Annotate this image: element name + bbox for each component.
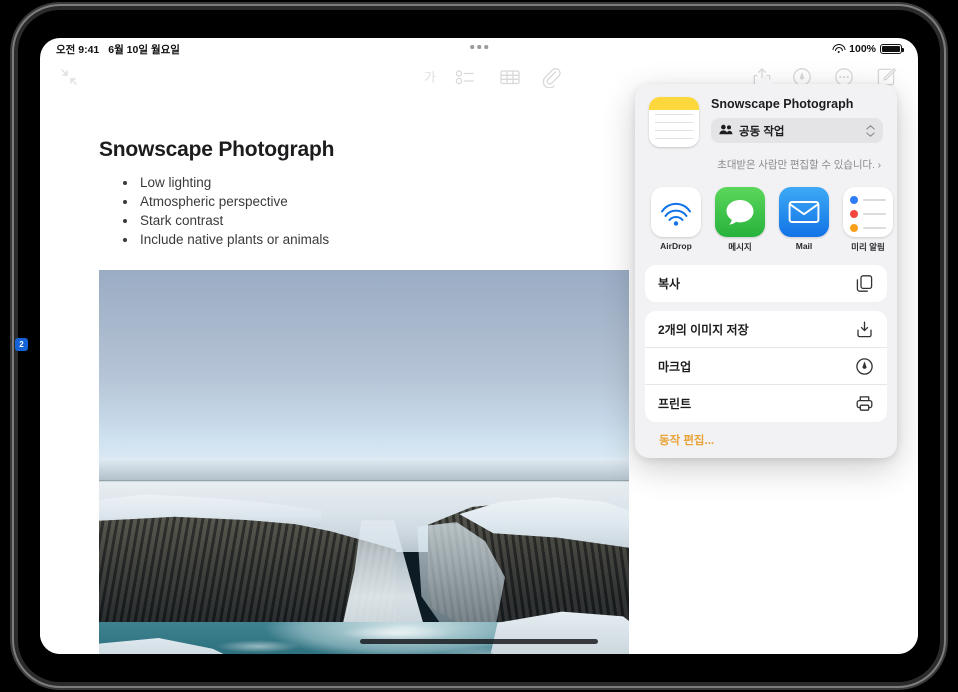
- multitask-handle-icon[interactable]: [470, 45, 488, 49]
- share-sheet-header: Snowscape Photograph 공동 작업: [635, 84, 897, 157]
- share-action-group-1: 복사: [645, 265, 887, 302]
- ipad-device-frame: 오전 9:41 6월 10일 월요일 100%: [18, 10, 940, 682]
- share-app-messages[interactable]: 메시지: [715, 187, 765, 253]
- photo-sky: [99, 270, 629, 470]
- share-popover-arrow: [756, 75, 774, 84]
- status-bar-left: 오전 9:41 6월 10일 월요일: [56, 42, 180, 57]
- edit-actions-link[interactable]: 동작 편집...: [645, 431, 887, 448]
- share-action-markup[interactable]: 마크업: [645, 348, 887, 385]
- note-bullet-item: Stark contrast: [120, 211, 329, 230]
- share-app-label: AirDrop: [651, 241, 701, 251]
- note-photo-attachment[interactable]: [99, 270, 629, 654]
- status-bar-right: 100%: [832, 43, 902, 55]
- save-download-icon: [855, 320, 874, 339]
- share-app-row[interactable]: AirDrop 메시지: [635, 181, 897, 261]
- battery-percent-label: 100%: [849, 43, 876, 55]
- share-action-copy[interactable]: 복사: [645, 265, 887, 302]
- share-app-reminders[interactable]: 미리 알림: [843, 187, 893, 253]
- svg-text:가: 가: [424, 70, 436, 85]
- note-bullet-item: Atmospheric perspective: [120, 192, 329, 211]
- share-action-print[interactable]: 프린트: [645, 385, 887, 422]
- share-permission-subtitle[interactable]: 초대받은 사람만 편집할 수 있습니다. ›: [635, 157, 897, 181]
- mail-icon: [779, 187, 829, 237]
- airdrop-icon: [651, 187, 701, 237]
- battery-icon: [880, 44, 902, 55]
- table-icon[interactable]: [498, 66, 522, 88]
- home-indicator[interactable]: [360, 639, 598, 644]
- share-app-label: Mail: [779, 241, 829, 251]
- text-format-icon[interactable]: 가: [420, 66, 442, 88]
- wifi-icon: [832, 44, 845, 54]
- messages-icon: [715, 187, 765, 237]
- ipad-screen: 오전 9:41 6월 10일 월요일 100%: [40, 38, 918, 654]
- share-action-save-images[interactable]: 2개의 이미지 저장: [645, 311, 887, 348]
- paperclip-icon[interactable]: [540, 66, 562, 88]
- copy-icon: [855, 274, 874, 293]
- two-people-icon: [719, 124, 733, 138]
- share-action-groups: 복사 2개의 이미지 저장: [635, 261, 897, 448]
- share-app-mail[interactable]: Mail: [779, 187, 829, 253]
- reminders-icon: [843, 187, 893, 237]
- share-header-text: Snowscape Photograph 공동 작업: [711, 97, 883, 147]
- status-bar: 오전 9:41 6월 10일 월요일 100%: [40, 38, 918, 60]
- checklist-icon[interactable]: [454, 66, 476, 88]
- markup-circle-icon: [855, 357, 874, 376]
- annotation-marker-2: 2: [15, 338, 28, 351]
- collapse-arrows-icon[interactable]: [58, 66, 80, 88]
- share-action-label: 2개의 이미지 저장: [658, 321, 855, 338]
- note-bullet-item: Low lighting: [120, 173, 329, 192]
- status-time: 오전 9:41: [56, 42, 99, 57]
- collaboration-dropdown-label: 공동 작업: [739, 123, 785, 139]
- printer-icon: [855, 394, 874, 413]
- chevron-up-down-icon: [866, 125, 875, 137]
- share-action-label: 마크업: [658, 358, 855, 375]
- status-date: 6월 10일 월요일: [108, 42, 180, 57]
- share-sheet-title: Snowscape Photograph: [711, 97, 883, 111]
- collaboration-dropdown[interactable]: 공동 작업: [711, 118, 883, 143]
- note-bullet-item: Include native plants or animals: [120, 230, 329, 249]
- share-app-label: 미리 알림: [843, 241, 893, 253]
- share-action-group-2: 2개의 이미지 저장 마크업: [645, 311, 887, 422]
- share-app-airdrop[interactable]: AirDrop: [651, 187, 701, 253]
- note-bullet-list: Low lighting Atmospheric perspective Sta…: [120, 173, 329, 249]
- share-action-label: 복사: [658, 275, 855, 292]
- share-app-label: 메시지: [715, 241, 765, 253]
- share-action-label: 프린트: [658, 395, 855, 412]
- note-title: Snowscape Photograph: [99, 138, 334, 162]
- notes-app-icon: [649, 97, 699, 147]
- share-sheet-popover: Snowscape Photograph 공동 작업: [635, 84, 897, 458]
